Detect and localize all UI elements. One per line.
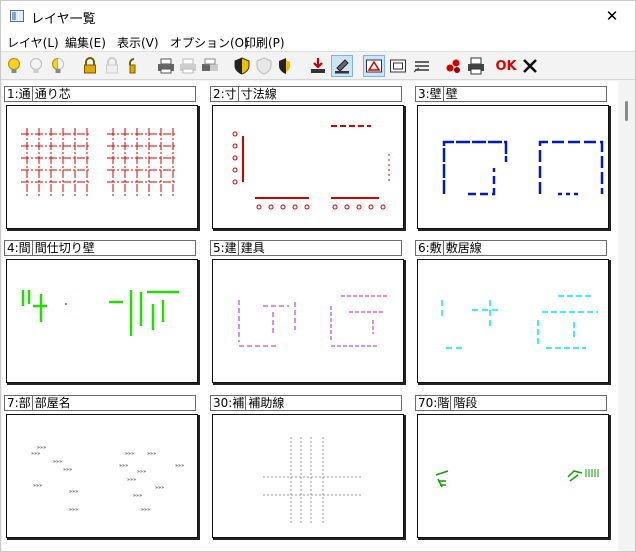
layer-prefix: 30:補 xyxy=(213,396,245,410)
layer-label: 4:間 間仕切り壁 xyxy=(4,240,196,256)
layer-thumbnail[interactable] xyxy=(6,259,200,385)
layer-label: 70:階 階段 xyxy=(415,395,607,411)
layer-name-field[interactable]: 間仕切り壁 xyxy=(31,241,95,255)
svg-text:»»»: »»» xyxy=(147,451,156,457)
shield-icon[interactable] xyxy=(231,55,253,77)
layer-label: 6:敷 敷居線 xyxy=(415,240,607,256)
layer-label: 30:補 補助線 xyxy=(210,395,402,411)
svg-text:»»»: »»» xyxy=(63,467,72,473)
layer-prefix: 7:部 xyxy=(7,396,31,410)
layer-thumbnail[interactable] xyxy=(417,105,611,231)
window-title: レイヤ一覧 xyxy=(31,12,96,27)
menu-bar: レイヤ(L) 編集(E) 表示(V) オプション(O) 印刷(P) xyxy=(1,32,635,52)
menu-edit[interactable]: 編集(E) xyxy=(65,34,106,51)
layer-thumbnail[interactable] xyxy=(212,105,406,231)
layer-prefix: 1:通 xyxy=(7,87,31,101)
layer-label: 3:壁壁 xyxy=(415,86,607,102)
layer-prefix: 6:敷 xyxy=(418,241,442,255)
app-icon xyxy=(10,10,24,22)
bulb-half-icon[interactable] xyxy=(47,55,69,77)
layer-prefix: 5:建 xyxy=(213,241,237,255)
layer-thumbnail[interactable] xyxy=(417,414,611,540)
layer-grid: 1:通 通り芯 2:寸 寸法線 3:壁壁 4:間 間仕切り壁 5:建 建具 6:敷 敷居線 7:部 部屋… xyxy=(2,81,618,551)
edit-icon[interactable] xyxy=(331,55,353,77)
print-icon[interactable] xyxy=(155,55,177,77)
menu-print[interactable]: 印刷(P) xyxy=(244,34,285,51)
print-half-icon[interactable] xyxy=(199,55,221,77)
frame-icon[interactable] xyxy=(387,55,409,77)
layer-name-field[interactable]: 寸法線 xyxy=(237,87,277,101)
layer-thumbnail[interactable]: »»»»»»»»»»»»»»»»»»»»»»»»»»»»»»»»»»»»»»»»… xyxy=(6,414,200,540)
download-icon[interactable] xyxy=(307,55,329,77)
lock-half-icon[interactable] xyxy=(123,55,145,77)
menu-options[interactable]: オプション(O) xyxy=(170,34,249,51)
layer-prefix: 70:階 xyxy=(418,396,450,410)
layer-list-window: レイヤ一覧 ✕ レイヤ(L) 編集(E) 表示(V) オプション(O) 印刷(P… xyxy=(0,0,636,552)
layer-panel[interactable]: 7:部 部屋名»»»»»»»»»»»»»»»»»»»»»»»»»»»»»»»»»»… xyxy=(2,390,202,543)
layer-panel[interactable]: 6:敷 敷居線 xyxy=(413,235,613,388)
layer-name-field[interactable]: 敷居線 xyxy=(442,241,482,255)
close-button[interactable]: ✕ xyxy=(589,1,635,32)
layer-thumbnail[interactable] xyxy=(212,259,406,385)
svg-text:»»»: »»» xyxy=(175,463,184,469)
unlock-icon[interactable] xyxy=(101,55,123,77)
layer-label: 2:寸 寸法線 xyxy=(210,86,402,102)
svg-text:»»»: »»» xyxy=(33,483,42,489)
svg-text:»»»: »»» xyxy=(69,489,78,495)
list-icon[interactable] xyxy=(411,55,433,77)
bulb-on-icon[interactable] xyxy=(3,55,25,77)
svg-text:»»»: »»» xyxy=(141,507,150,513)
menu-layer[interactable]: レイヤ(L) xyxy=(7,34,59,51)
layer-panel[interactable]: 1:通 通り芯 xyxy=(2,81,202,234)
svg-text:»»»: »»» xyxy=(155,485,164,491)
layer-thumbnail[interactable] xyxy=(417,259,611,385)
color-icon[interactable] xyxy=(443,55,465,77)
layer-prefix: 3:壁 xyxy=(418,87,442,101)
svg-text:»»»: »»» xyxy=(137,469,146,475)
svg-text:»»»: »»» xyxy=(125,451,134,457)
print-disabled-icon[interactable] xyxy=(177,55,199,77)
layer-panel[interactable]: 30:補 補助線 xyxy=(208,390,408,543)
layer-panel[interactable]: 70:階 階段 xyxy=(413,390,613,543)
layer-label: 7:部 部屋名 xyxy=(4,395,196,411)
printer-icon[interactable] xyxy=(465,55,487,77)
bulb-off-icon[interactable] xyxy=(25,55,47,77)
svg-text:»»»: »»» xyxy=(69,507,78,513)
layer-thumbnail[interactable] xyxy=(212,414,406,540)
scrollbar-thumb[interactable] xyxy=(625,101,628,121)
layer-label: 5:建 建具 xyxy=(210,240,402,256)
svg-text:»»»: »»» xyxy=(133,493,142,499)
vertical-scrollbar[interactable] xyxy=(619,81,635,551)
layer-label: 1:通 通り芯 xyxy=(4,86,196,102)
layer-name-field[interactable]: 建具 xyxy=(237,241,265,255)
lock-icon[interactable] xyxy=(79,55,101,77)
svg-text:»»»: »»» xyxy=(53,459,62,465)
svg-text:»»»: »»» xyxy=(119,463,128,469)
layer-name-field[interactable]: 通り芯 xyxy=(31,87,71,101)
svg-text:»»»: »»» xyxy=(31,451,40,457)
layer-panel[interactable]: 2:寸 寸法線 xyxy=(208,81,408,234)
layer-panel[interactable]: 3:壁壁 xyxy=(413,81,613,234)
layer-thumbnail[interactable] xyxy=(6,105,200,231)
layer-name-field[interactable]: 補助線 xyxy=(245,396,284,410)
layer-panel[interactable]: 5:建 建具 xyxy=(208,235,408,388)
shield-half-icon[interactable] xyxy=(275,55,297,77)
ok-button[interactable]: OK xyxy=(493,55,519,77)
menu-view[interactable]: 表示(V) xyxy=(117,34,159,51)
title-bar: レイヤ一覧 ✕ xyxy=(1,1,635,32)
layer-name-field[interactable]: 部屋名 xyxy=(31,396,71,410)
svg-text:»»»: »»» xyxy=(127,477,136,483)
shield-disabled-icon[interactable] xyxy=(253,55,275,77)
layer-panel[interactable]: 4:間 間仕切り壁 xyxy=(2,235,202,388)
layer-name-field[interactable]: 階段 xyxy=(450,396,477,410)
toolbar: OK xyxy=(1,53,635,80)
layer-name-field[interactable]: 壁 xyxy=(442,87,458,101)
layer-view-icon[interactable] xyxy=(363,55,385,77)
layer-prefix: 2:寸 xyxy=(213,87,237,101)
layer-prefix: 4:間 xyxy=(7,241,31,255)
cancel-x-icon[interactable] xyxy=(519,55,541,77)
